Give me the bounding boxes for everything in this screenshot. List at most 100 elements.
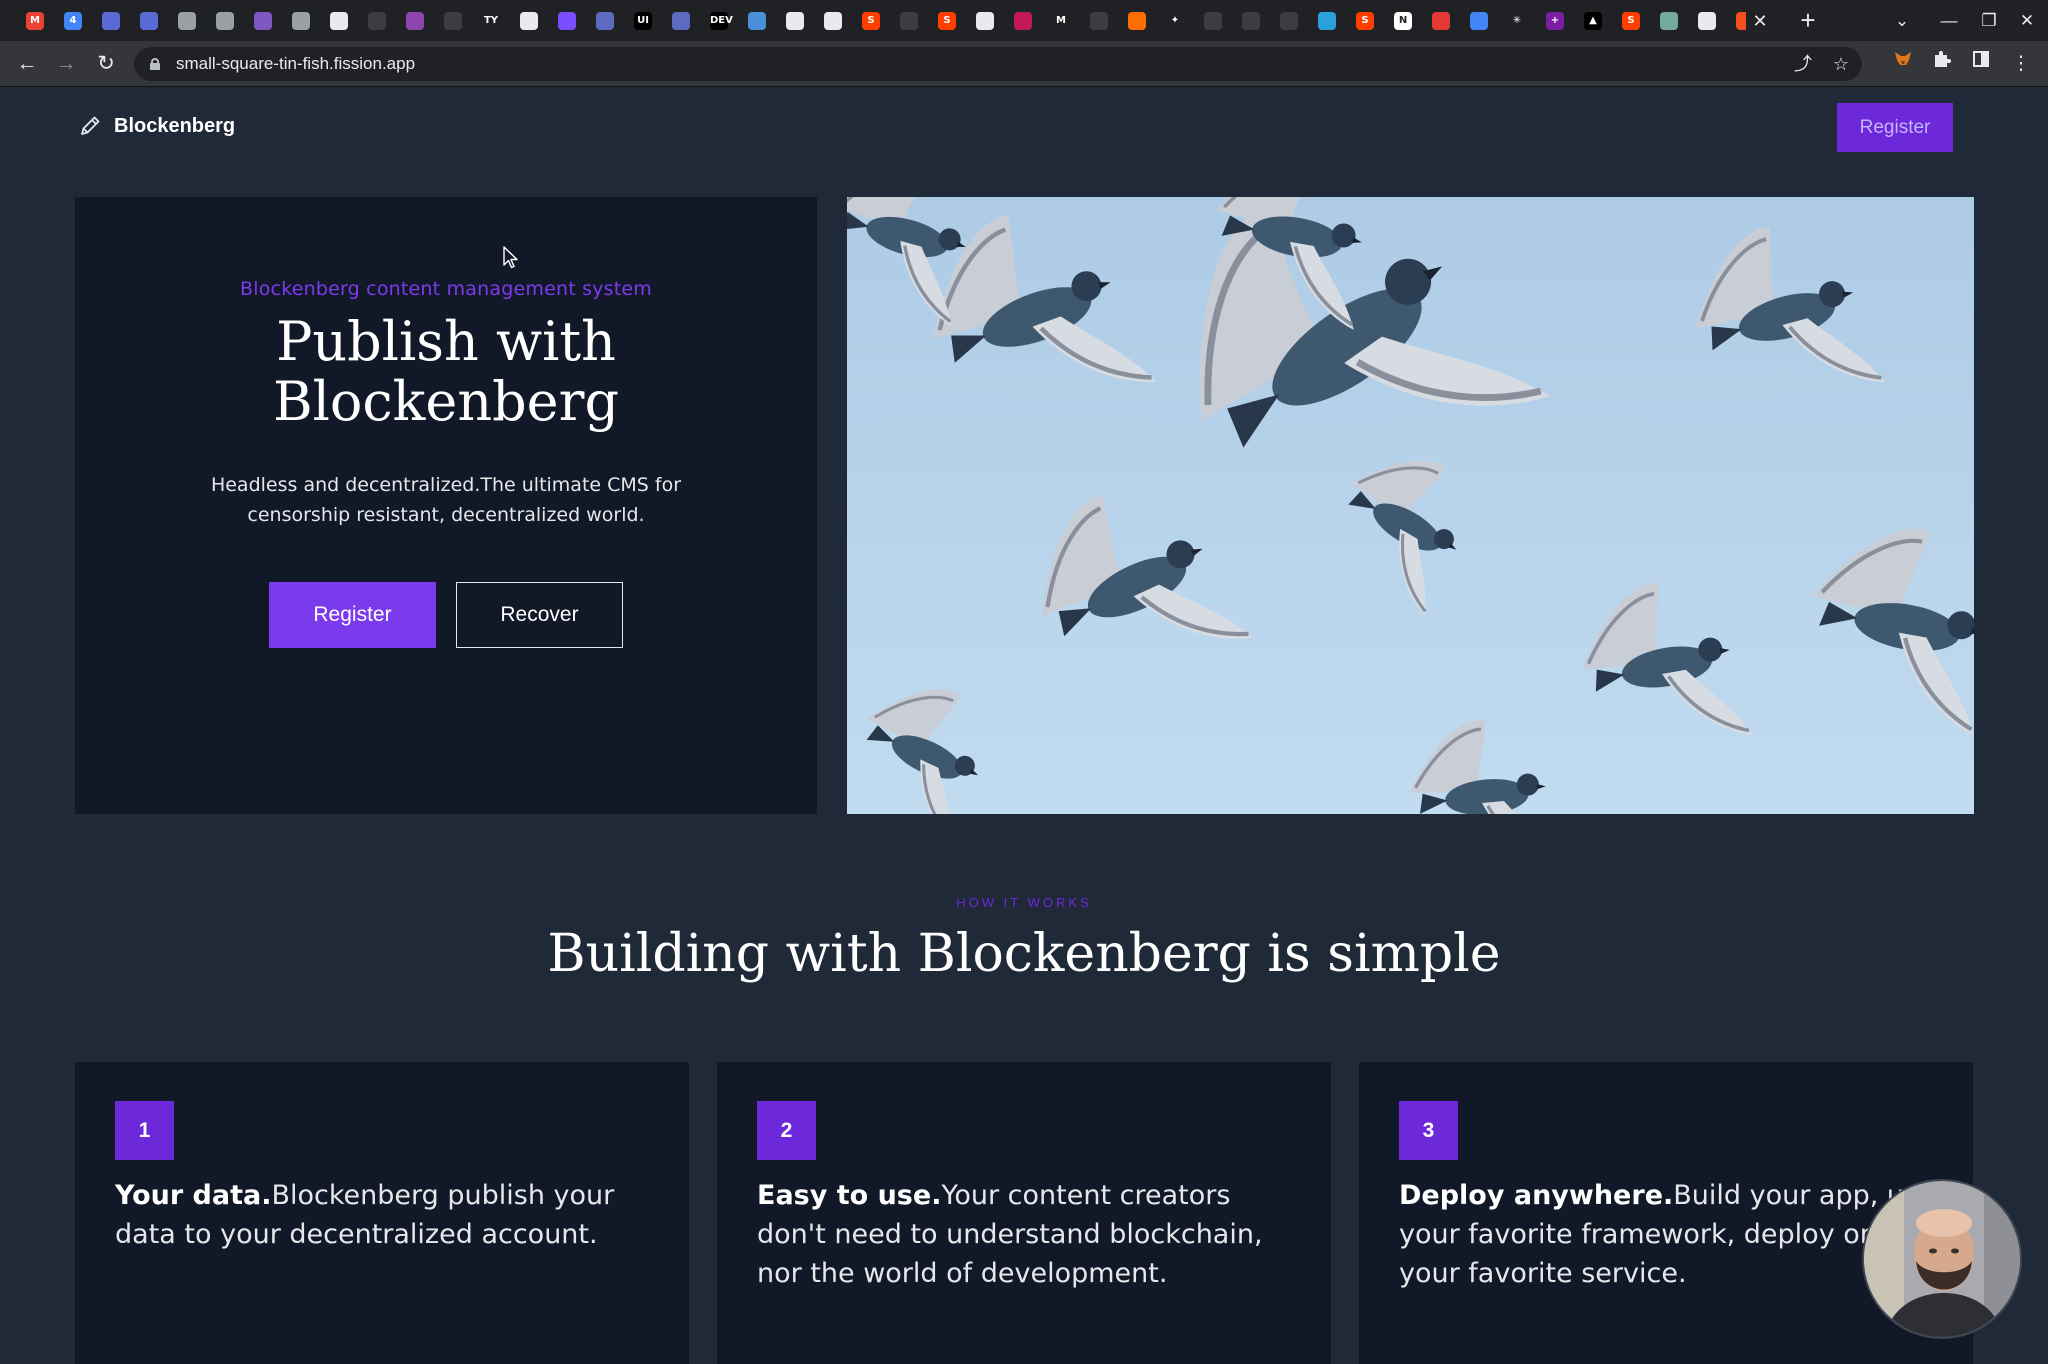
browser-tab[interactable] <box>1422 9 1460 33</box>
browser-tab[interactable] <box>320 9 358 33</box>
how-it-works-eyebrow: HOW IT WORKS <box>956 895 1092 910</box>
hero-title-line-1: Publish with <box>276 310 616 373</box>
browser-tab[interactable]: ▲ <box>1574 9 1612 33</box>
browser-tab[interactable]: TY <box>472 9 510 33</box>
browser-tab[interactable]: ✦ <box>1156 9 1194 33</box>
globe-icon <box>824 12 842 30</box>
app-tab-icon <box>254 12 272 30</box>
github-icon <box>976 12 994 30</box>
address-bar[interactable]: small-square-tin-fish.fission.app ⤴ ☆ <box>134 47 1862 81</box>
browser-tab[interactable] <box>1194 9 1232 33</box>
app-tab-icon <box>558 12 576 30</box>
pen-dim-icon <box>1204 12 1222 30</box>
bookmark-icon <box>1128 12 1146 30</box>
browser-tab[interactable] <box>1270 9 1308 33</box>
browser-tab[interactable] <box>1118 9 1156 33</box>
browser-tab[interactable]: S <box>928 9 966 33</box>
browser-tab[interactable]: S <box>1612 9 1650 33</box>
browser-tab[interactable]: S <box>1346 9 1384 33</box>
close-tab-icon[interactable]: ✕ <box>1747 8 1773 34</box>
feature-heading: Easy to use. <box>757 1180 942 1211</box>
svelte-icon: S <box>938 12 956 30</box>
browser-tab[interactable] <box>1688 9 1726 33</box>
browser-tab[interactable] <box>282 9 320 33</box>
browser-tab[interactable] <box>662 9 700 33</box>
tab-search-chevron-icon[interactable]: ⌄ <box>1885 6 1919 36</box>
browser-tab[interactable] <box>1308 9 1346 33</box>
github-icon <box>1698 12 1716 30</box>
browser-tab[interactable] <box>1232 9 1270 33</box>
hero-eyebrow: Blockenberg content management system <box>240 278 652 300</box>
browser-tab[interactable]: + <box>1536 9 1574 33</box>
browser-tab[interactable] <box>586 9 624 33</box>
browser-tab[interactable] <box>130 9 168 33</box>
app-tab-icon: + <box>1546 12 1564 30</box>
browser-tab[interactable] <box>1004 9 1042 33</box>
browser-tab[interactable]: 4 <box>54 9 92 33</box>
brand-logo[interactable]: Blockenberg <box>78 112 235 140</box>
tab-list: M 4 TY UI DEV S S M ✦ S N ✳ + ▲ S <box>16 9 1746 33</box>
browser-tab[interactable] <box>434 9 472 33</box>
browser-tab[interactable] <box>814 9 852 33</box>
restore-window-icon[interactable]: ❐ <box>1972 6 2006 36</box>
svelte-icon: S <box>1356 12 1374 30</box>
pencil-icon <box>81 116 100 135</box>
browser-tab[interactable]: ✳ <box>1498 9 1536 33</box>
bookmark-star-icon[interactable]: ☆ <box>1826 49 1856 79</box>
browser-tab[interactable] <box>1080 9 1118 33</box>
feature-heading: Your data. <box>115 1180 272 1211</box>
hero-register-button[interactable]: Register <box>269 582 436 648</box>
browser-tab[interactable]: M <box>1042 9 1080 33</box>
browser-tab[interactable]: N <box>1384 9 1422 33</box>
svelte-icon: S <box>862 12 880 30</box>
svelte-icon: S <box>1622 12 1640 30</box>
shield-icon <box>672 12 690 30</box>
browser-tab[interactable] <box>1650 9 1688 33</box>
browser-tab[interactable]: M <box>16 9 54 33</box>
feature-text: Your data.Blockenberg publish your data … <box>115 1176 655 1254</box>
reload-icon[interactable]: ↻ <box>91 49 121 79</box>
app-tab-icon <box>596 12 614 30</box>
close-window-icon[interactable]: ✕ <box>2010 6 2044 36</box>
hero-title: Publish with Blockenberg <box>75 312 817 432</box>
feature-card: 1 Your data.Blockenberg publish your dat… <box>75 1062 689 1364</box>
extensions-puzzle-icon[interactable] <box>1927 49 1957 79</box>
feature-number-badge: 3 <box>1399 1101 1458 1160</box>
github-dim-icon <box>368 12 386 30</box>
url-text: small-square-tin-fish.fission.app <box>176 54 416 73</box>
browser-tab[interactable] <box>776 9 814 33</box>
docs-icon <box>1470 12 1488 30</box>
browser-tab-strip: M 4 TY UI DEV S S M ✦ S N ✳ + ▲ S ✕ + ⌄ — ❐ ✕ <box>0 0 2048 41</box>
browser-tab[interactable]: S <box>852 9 890 33</box>
browser-tab[interactable]: UI <box>624 9 662 33</box>
browser-tab[interactable]: DEV <box>700 9 738 33</box>
browser-tab[interactable] <box>1460 9 1498 33</box>
browser-tab[interactable] <box>1726 9 1746 33</box>
browser-tab[interactable] <box>396 9 434 33</box>
browser-tab[interactable] <box>358 9 396 33</box>
header-register-button[interactable]: Register <box>1837 103 1953 152</box>
back-arrow-icon[interactable]: ← <box>12 49 42 79</box>
side-panel-icon[interactable] <box>1966 49 1996 79</box>
browser-menu-icon[interactable]: ⋮ <box>2006 49 2036 79</box>
browser-tab[interactable] <box>966 9 1004 33</box>
browser-tab[interactable] <box>92 9 130 33</box>
browser-tab[interactable] <box>206 9 244 33</box>
browser-tab[interactable] <box>890 9 928 33</box>
app-tab-icon <box>1432 12 1450 30</box>
asterisk-icon: ✳ <box>1508 12 1526 30</box>
github-dim-icon <box>444 12 462 30</box>
browser-tab[interactable] <box>510 9 548 33</box>
feature-card: 2 Easy to use.Your content creators don'… <box>717 1062 1331 1364</box>
browser-tab[interactable] <box>168 9 206 33</box>
browser-tab[interactable] <box>548 9 586 33</box>
browser-tab[interactable] <box>738 9 776 33</box>
hero-recover-button[interactable]: Recover <box>456 582 623 648</box>
forward-arrow-icon[interactable]: → <box>51 49 81 79</box>
minimize-window-icon[interactable]: — <box>1932 6 1966 36</box>
browser-tab[interactable] <box>244 9 282 33</box>
share-icon[interactable]: ⤴ <box>1788 49 1818 79</box>
metamask-fox-icon[interactable] <box>1888 49 1918 79</box>
new-tab-icon[interactable]: + <box>1793 6 1823 36</box>
gmail-icon: M <box>26 12 44 30</box>
